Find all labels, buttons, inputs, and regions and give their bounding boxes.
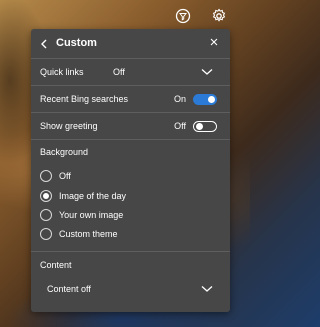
radio-label: Custom theme <box>59 229 118 239</box>
background-heading: Background <box>40 147 89 157</box>
content-dropdown[interactable]: Content off <box>31 277 230 301</box>
recent-bing-state: On <box>173 94 186 104</box>
recent-bing-toggle[interactable] <box>193 94 217 105</box>
content-value: Content off <box>47 284 91 294</box>
recent-bing-searches-row: Recent Bing searches On <box>31 86 230 112</box>
panel-title: Custom <box>56 37 97 49</box>
show-greeting-toggle[interactable] <box>193 121 217 132</box>
toggle-knob <box>196 123 203 130</box>
radio-button[interactable] <box>40 209 52 221</box>
back-chevron-icon[interactable] <box>39 37 51 51</box>
radio-button[interactable] <box>40 228 52 240</box>
divider <box>31 251 230 252</box>
customize-panel: Custom Quick links Off Recent Bing searc… <box>31 29 230 312</box>
recent-bing-label: Recent Bing searches <box>40 94 129 104</box>
quick-links-label: Quick links <box>40 67 84 77</box>
radio-button-selected[interactable] <box>40 190 52 202</box>
radio-button[interactable] <box>40 170 52 182</box>
content-heading: Content <box>40 260 72 270</box>
close-icon[interactable] <box>209 34 221 46</box>
filter-icon[interactable] <box>174 8 192 26</box>
quick-links-value: Off <box>113 67 125 77</box>
show-greeting-label: Show greeting <box>40 121 98 131</box>
toggle-knob <box>208 96 215 103</box>
panel-header: Custom <box>31 29 230 58</box>
chevron-down-icon[interactable] <box>201 285 213 293</box>
show-greeting-state: Off <box>174 121 186 131</box>
chevron-down-icon[interactable] <box>201 68 213 76</box>
settings-gear-icon[interactable] <box>210 8 228 26</box>
quick-links-row[interactable]: Quick links Off <box>31 58 230 85</box>
radio-label: Your own image <box>59 210 124 220</box>
divider <box>31 139 230 140</box>
radio-label: Image of the day <box>59 191 127 201</box>
show-greeting-row: Show greeting Off <box>31 113 230 139</box>
radio-label: Off <box>59 171 71 181</box>
